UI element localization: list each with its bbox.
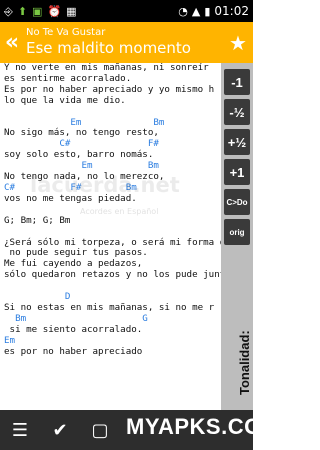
list-icon[interactable]: ☰ [0, 420, 40, 441]
photo-icon: ▦ [66, 4, 77, 18]
back-chevron-icon[interactable]: « [0, 30, 24, 55]
chord-notation-button[interactable]: C>Do [224, 189, 250, 215]
square-icon[interactable]: ▢ [80, 420, 120, 441]
battery-icon: ▮ [204, 4, 211, 18]
song-title: Ese maldito momento [26, 39, 191, 57]
song-content[interactable]: lacuerda.net Acordes en Español Y no ver… [0, 63, 221, 410]
check-icon[interactable]: ✔ [40, 420, 80, 441]
usb-icon: ⎆ [4, 4, 13, 18]
status-bar: ⎆ ⬆ ▣ ⏰ ▦ ◔ ▲ ▮ 01:02 [0, 0, 253, 22]
favorite-star-icon[interactable]: ★ [223, 31, 253, 55]
transpose-plus-one-button[interactable]: +1 [224, 159, 250, 185]
lyric-line: es por no haber apreciado [4, 345, 143, 357]
image-icon: ▣ [32, 4, 43, 18]
lyric-line: si me siento acorralado. [4, 323, 143, 335]
artist-name: No Te Va Gustar [26, 27, 106, 38]
wifi-icon: ◔ [178, 4, 188, 18]
action-bar: « No Te Va Gustar Ese maldito momento ★ [0, 22, 253, 63]
watermark-logo: lacuerda.net [30, 173, 180, 197]
lyric-line [4, 227, 221, 238]
lyric-line [4, 107, 221, 118]
song-title-block: No Te Va Gustar Ese maldito momento [24, 27, 223, 58]
lyric-line: sólo quedaron retazos y no los pude junt… [4, 269, 221, 281]
clock: 01:02 [214, 4, 249, 18]
signal-icon: ▲ [191, 4, 201, 18]
chord-line: Em [4, 334, 16, 346]
lyric-line: lo que la vida me dio. [4, 94, 126, 106]
upload-icon: ⬆ [17, 4, 28, 18]
transpose-minus-one-button[interactable]: -1 [224, 69, 250, 95]
key-indicator: Tonalidad: [221, 263, 253, 403]
transpose-minus-half-button[interactable]: -½ [224, 99, 250, 125]
watermark-subtitle: Acordes en Español [80, 207, 159, 216]
transpose-plus-half-button[interactable]: +½ [224, 129, 250, 155]
site-watermark-overlay: MYAPKS.COM [126, 414, 281, 439]
key-label: Tonalidad: [237, 330, 252, 395]
original-key-button[interactable]: orig [224, 219, 250, 245]
lyric-line: G; Bm; G; Bm [4, 214, 71, 226]
alarm-icon: ⏰ [47, 4, 62, 18]
transpose-sidebar: -1 -½ +½ +1 C>Do orig Tonalidad: [221, 63, 253, 410]
